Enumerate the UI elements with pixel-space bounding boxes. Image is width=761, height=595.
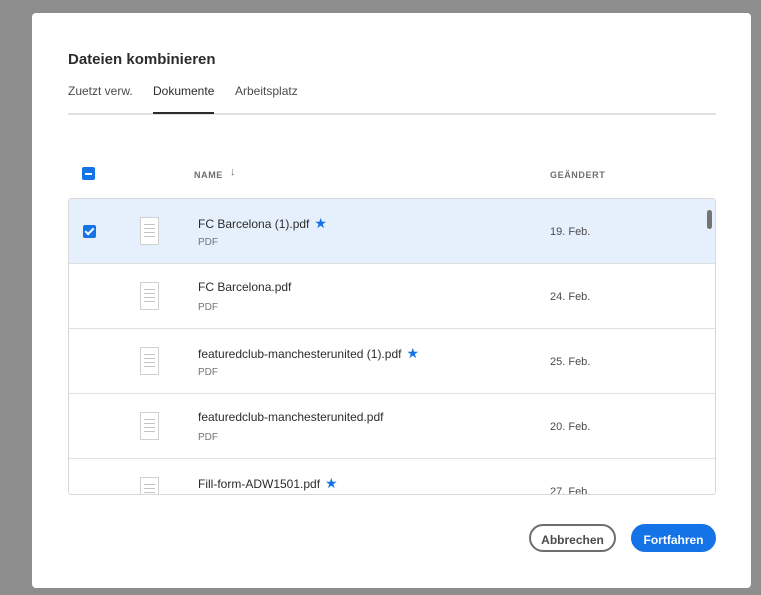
combine-files-dialog: Dateien kombinieren Zuetzt verw. Dokumen… [32, 13, 751, 588]
file-row[interactable]: Fill-form-ADW1501.pdf★ PDF 27. Feb. [69, 459, 715, 495]
pdf-thumbnail-icon [140, 282, 159, 310]
sort-arrow-down-icon[interactable]: ↓ [230, 166, 236, 178]
tab-documents[interactable]: Dokumente [153, 84, 215, 114]
file-type: PDF [198, 367, 218, 378]
file-date: 20. Feb. [550, 421, 591, 433]
column-header-changed[interactable]: GEÄNDERT [550, 170, 605, 180]
file-date: 24. Feb. [550, 291, 591, 303]
tab-workspace[interactable]: Arbeitsplatz [235, 84, 298, 112]
file-row[interactable]: featuredclub-manchesterunited (1).pdf ★ P… [69, 329, 715, 394]
row-checkbox-checked[interactable] [83, 225, 96, 238]
tab-bar: Zuetzt verw. Dokumente Arbeitsplatz [68, 83, 716, 115]
file-row[interactable]: FC Barcelona (1).pdf ★ PDF 19. Feb. [69, 199, 715, 264]
file-date: 19. Feb. [550, 226, 591, 238]
file-name: featuredclub-manchesterunited.pdf [198, 410, 384, 424]
cancel-button[interactable]: Abbrechen [529, 524, 616, 552]
pdf-thumbnail-icon [140, 477, 159, 494]
file-list: FC Barcelona (1).pdf ★ PDF 19. Feb. FC Ba… [68, 198, 716, 495]
star-icon[interactable]: ★ [314, 215, 327, 231]
dialog-title: Dateien kombinieren [68, 51, 216, 68]
pdf-thumbnail-icon [140, 347, 159, 375]
file-type: PDF [198, 237, 218, 248]
select-all-checkbox[interactable] [82, 167, 95, 180]
file-name-text: featuredclub-manchesterunited (1).pdf [198, 347, 402, 361]
star-icon[interactable]: ★ [325, 475, 338, 491]
file-type: PDF [198, 432, 218, 443]
file-name: FC Barcelona (1).pdf ★ [198, 215, 327, 232]
pdf-thumbnail-icon [140, 412, 159, 440]
file-type: PDF [198, 302, 218, 313]
file-date: 27. Feb. [550, 486, 591, 495]
file-row[interactable]: featuredclub-manchesterunited.pdf PDF 20… [69, 394, 715, 459]
file-name: Fill-form-ADW1501.pdf ★ [198, 475, 338, 492]
file-name: featuredclub-manchesterunited (1).pdf ★ [198, 345, 419, 362]
star-icon[interactable]: ★ [406, 345, 419, 361]
pdf-thumbnail-icon [140, 217, 159, 245]
column-header-name[interactable]: NAME [194, 170, 223, 180]
file-date: 25. Feb. [550, 356, 591, 368]
scrollbar-thumb[interactable] [707, 210, 712, 229]
file-name-text: Fill-form-ADW1501.pdf [198, 477, 321, 491]
tab-recent[interactable]: Zuetzt verw. [68, 84, 133, 112]
file-name: FC Barcelona.pdf [198, 280, 292, 294]
file-row[interactable]: FC Barcelona.pdf PDF 24. Feb. [69, 264, 715, 329]
file-name-text: FC Barcelona (1).pdf [198, 217, 310, 231]
continue-button[interactable]: Fortfahren [631, 524, 716, 552]
